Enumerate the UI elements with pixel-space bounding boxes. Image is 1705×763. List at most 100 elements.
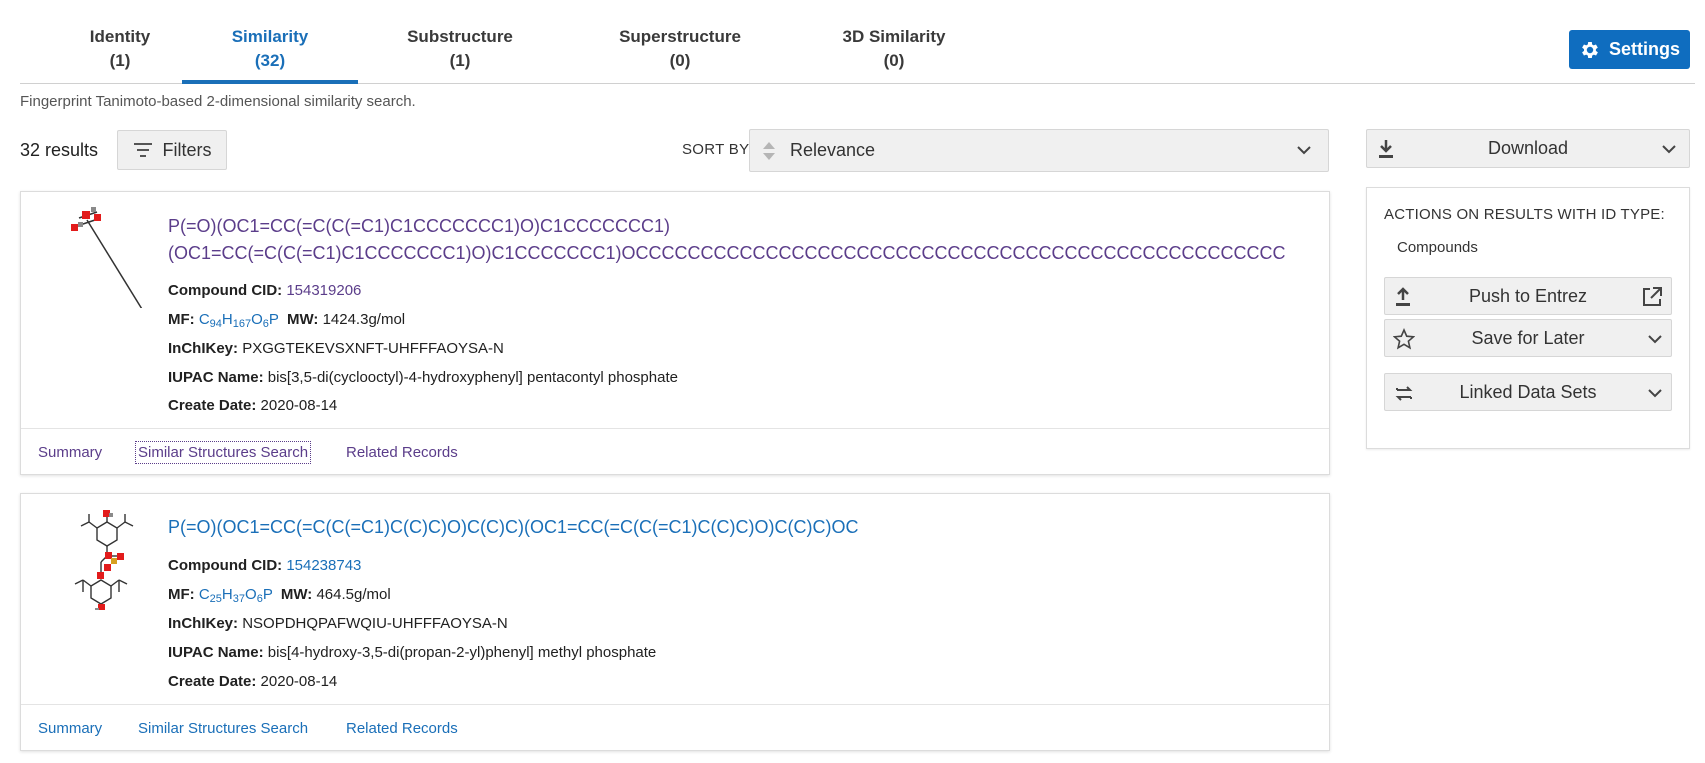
- cid-label: Compound CID:: [168, 557, 283, 574]
- mf-count: 94: [209, 318, 222, 330]
- mf-count: 37: [232, 593, 246, 605]
- mf-element: O: [251, 311, 263, 328]
- mf-element: P: [268, 311, 279, 328]
- tab-identity[interactable]: Identity (1): [45, 18, 195, 84]
- formula-row: MF: C25H37O6P MW: 464.5g/mol: [168, 586, 391, 605]
- linked-label: Linked Data Sets: [1459, 381, 1597, 402]
- inchikey-value: PXGGTEKEVSXNFT-UHFFFAOYSA-N: [242, 340, 504, 357]
- settings-label: Settings: [1608, 39, 1680, 59]
- push-label: Push to Entrez: [1468, 285, 1588, 306]
- tab-3d-similarity[interactable]: 3D Similarity (0): [810, 18, 978, 84]
- result-title-line: (OC1=CC(=C(C(=C1)C1CCCCCCC1)O)C1CCCCCCC1…: [168, 243, 1286, 263]
- compound-cid-row: Compound CID: 154319206: [168, 282, 361, 299]
- sort-select[interactable]: Relevance: [749, 129, 1329, 172]
- tab-label: 3D Similarity: [842, 27, 946, 46]
- tab-similarity[interactable]: Similarity (32): [182, 18, 358, 84]
- mf-count: 167: [232, 318, 252, 330]
- date-label: Create Date:: [168, 673, 257, 690]
- search-description: Fingerprint Tanimoto-based 2-dimensional…: [20, 93, 416, 110]
- download-button[interactable]: Download: [1366, 129, 1690, 168]
- star-icon: [1393, 328, 1415, 350]
- related-records-link[interactable]: Related Records: [346, 444, 458, 461]
- inchikey-label: InChIKey:: [168, 340, 239, 357]
- upload-icon: [1396, 287, 1410, 306]
- result-title-link[interactable]: P(=O)(OC1=CC(=C(C(=C1)C1CCCCCCC1)O)C1CCC…: [168, 213, 1286, 267]
- sort-value: Relevance: [790, 140, 876, 160]
- download-icon: [1379, 140, 1393, 158]
- summary-link[interactable]: Summary: [38, 444, 102, 461]
- chevron-down-icon: [1648, 389, 1662, 398]
- actions-title: ACTIONS ON RESULTS WITH ID TYPE:: [1384, 206, 1665, 223]
- mf-element: C: [198, 311, 210, 328]
- actions-panel: ACTIONS ON RESULTS WITH ID TYPE: Compoun…: [1366, 187, 1690, 449]
- tab-count: (0): [883, 51, 905, 70]
- inchikey-value: NSOPDHQPAFWQIU-UHFFFAOYSA-N: [242, 615, 508, 632]
- card-footer: Summary Similar Structures Search Relate…: [21, 704, 1329, 751]
- linked-data-sets-button[interactable]: Linked Data Sets: [1384, 373, 1672, 411]
- related-records-link[interactable]: Related Records: [346, 720, 458, 737]
- inchikey-row: InChIKey: PXGGTEKEVSXNFT-UHFFFAOYSA-N: [168, 340, 504, 357]
- settings-button[interactable]: Settings: [1569, 30, 1690, 69]
- tab-count: (32): [254, 51, 286, 70]
- actions-id-type: Compounds: [1397, 239, 1478, 256]
- create-date-row: Create Date: 2020-08-14: [168, 397, 337, 414]
- result-card: P(=O)(OC1=CC(=C(C(=C1)C(C)C)O)C(C)C)(OC1…: [20, 493, 1330, 751]
- external-link-icon: [1643, 287, 1662, 306]
- formula-row: MF: C94H167O6P MW: 1424.3g/mol: [168, 311, 405, 330]
- download-label: Download: [1487, 138, 1569, 158]
- save-label: Save for Later: [1471, 327, 1585, 348]
- sort-arrows-icon: [763, 141, 775, 160]
- swap-arrows-icon: [1395, 386, 1413, 401]
- tab-count: (1): [449, 51, 471, 70]
- mf-element: O: [245, 586, 257, 603]
- iupac-label: IUPAC Name:: [168, 369, 264, 386]
- mf-link[interactable]: C25H37O6P: [198, 586, 273, 605]
- iupac-label: IUPAC Name:: [168, 644, 264, 661]
- result-card: P(=O)(OC1=CC(=C(C(=C1)C1CCCCCCC1)O)C1CCC…: [20, 191, 1330, 475]
- card-footer: Summary Similar Structures Search Relate…: [21, 428, 1329, 475]
- tab-label: Similarity: [231, 27, 309, 46]
- mw-value: 464.5g/mol: [316, 586, 391, 603]
- date-label: Create Date:: [168, 397, 257, 414]
- mf-element: C: [198, 586, 210, 603]
- tab-label: Substructure: [407, 27, 513, 46]
- similar-structures-link[interactable]: Similar Structures Search: [138, 720, 308, 737]
- tab-label: Identity: [89, 27, 151, 46]
- chevron-down-icon: [1648, 335, 1662, 344]
- mf-label: MF:: [168, 586, 195, 603]
- tab-substructure[interactable]: Substructure (1): [380, 18, 540, 84]
- create-date-row: Create Date: 2020-08-14: [168, 673, 337, 690]
- cid-link[interactable]: 154238743: [286, 557, 361, 574]
- inchikey-label: InChIKey:: [168, 615, 239, 632]
- similar-structures-link[interactable]: Similar Structures Search: [134, 441, 312, 464]
- filters-label: Filters: [162, 139, 212, 160]
- cid-link[interactable]: 154319206: [286, 282, 361, 299]
- chevron-down-icon: [1662, 145, 1676, 154]
- date-value: 2020-08-14: [260, 397, 338, 414]
- compound-cid-row: Compound CID: 154238743: [168, 557, 361, 574]
- structure-thumbnail[interactable]: [49, 198, 159, 308]
- push-to-entrez-button[interactable]: Push to Entrez: [1384, 277, 1672, 315]
- mf-element: P: [262, 586, 273, 603]
- result-count: 32 results: [20, 140, 99, 160]
- mf-count: 25: [209, 593, 222, 605]
- result-title-line: P(=O)(OC1=CC(=C(C(=C1)C1CCCCCCC1)O)C1CCC…: [168, 216, 671, 236]
- summary-link[interactable]: Summary: [38, 720, 102, 737]
- inchikey-row: InChIKey: NSOPDHQPAFWQIU-UHFFFAOYSA-N: [168, 615, 508, 632]
- mw-label: MW:: [287, 311, 319, 328]
- gear-icon: [1582, 41, 1598, 58]
- filters-button[interactable]: Filters: [117, 130, 227, 170]
- mw-label: MW:: [280, 586, 313, 603]
- chevron-down-icon: [1297, 146, 1311, 155]
- mw-value: 1424.3g/mol: [322, 311, 406, 328]
- result-title-link[interactable]: P(=O)(OC1=CC(=C(C(=C1)C(C)C)O)C(C)C)(OC1…: [168, 514, 858, 541]
- iupac-value: bis[3,5-di(cyclooctyl)-4-hydroxyphenyl] …: [267, 369, 678, 386]
- save-for-later-button[interactable]: Save for Later: [1384, 319, 1672, 357]
- tab-label: Superstructure: [619, 27, 741, 46]
- search-tabs: Identity (1) Similarity (32) Substructur…: [20, 18, 1695, 84]
- date-value: 2020-08-14: [260, 673, 338, 690]
- iupac-row: IUPAC Name: bis[3,5-di(cyclooctyl)-4-hyd…: [168, 369, 678, 386]
- tab-superstructure[interactable]: Superstructure (0): [590, 18, 770, 84]
- structure-thumbnail[interactable]: [49, 500, 159, 610]
- mf-link[interactable]: C94H167O6P: [198, 311, 279, 330]
